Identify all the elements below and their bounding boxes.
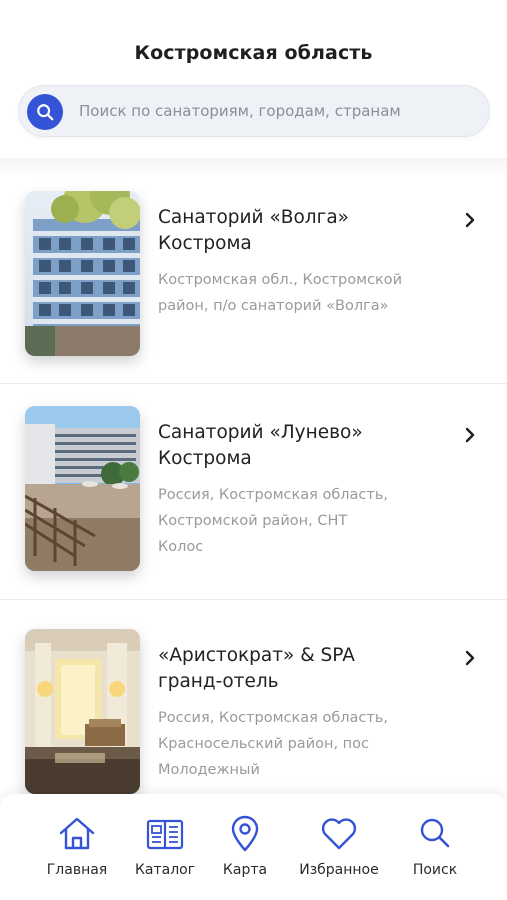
search-input[interactable] [79,86,479,136]
tab-label: Избранное [299,862,379,878]
catalog-icon [146,819,184,850]
map-pin-icon [231,815,259,852]
search-button[interactable] [27,94,63,130]
heart-icon [321,818,357,850]
sanatorium-name[interactable]: Санаторий «Волга» Кострома [158,205,458,257]
chevron-right-icon[interactable] [462,212,478,228]
sanatorium-card[interactable]: Санаторий «Волга» Кострома Костромская о… [0,174,507,392]
sanatorium-address: Россия, Костромская область, Костромской… [158,487,389,555]
sanatorium-name[interactable]: Санаторий «Лунево» Кострома [158,420,458,472]
chevron-right-icon[interactable] [462,650,478,666]
divider [0,599,507,600]
tab-label: Поиск [412,862,458,878]
search-icon [420,818,450,848]
sanatorium-card[interactable]: «Аристократ» & SPA гранд-отель Россия, К… [0,607,507,825]
home-icon [59,817,95,850]
chevron-right-icon[interactable] [462,427,478,443]
tab-search[interactable]: Поиск [385,814,485,878]
sanatorium-photo [25,406,140,571]
tab-label: Главная [46,862,108,878]
hotel-address: Россия, Костромская область, Красносельс… [158,710,389,778]
tab-label: Карта [222,862,268,878]
sanatorium-photo [25,629,140,794]
page-title: Костромская область [134,42,373,64]
tab-label: Каталог [134,862,196,878]
sanatorium-card[interactable]: Санаторий «Лунево» Кострома Россия, Кост… [0,384,507,602]
sanatorium-photo [25,191,140,356]
tab-favorites[interactable]: Избранное [289,814,389,878]
hotel-name[interactable]: «Аристократ» & SPA гранд-отель [158,643,458,695]
header: Костромская область [0,0,507,166]
search-bar[interactable] [18,85,490,137]
sanatorium-address: Костромская обл., Костромской район, п/о… [158,272,403,314]
bottom-tab-bar: Главная Каталог Карта Избранное Поиск [0,794,507,900]
search-icon [37,104,54,121]
tab-map[interactable]: Карта [195,814,295,878]
tab-home[interactable]: Главная [27,814,127,878]
